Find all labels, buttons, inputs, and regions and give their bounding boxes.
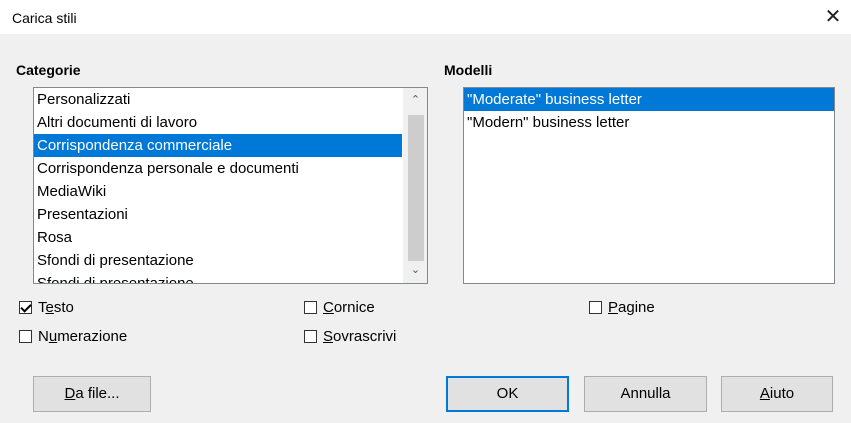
model-list-item[interactable]: "Modern" business letter: [464, 111, 834, 134]
sovrascrivi-checkbox[interactable]: Sovrascrivi: [304, 328, 396, 345]
category-list-item[interactable]: Sfondi di presentazione: [34, 249, 402, 272]
category-list-item[interactable]: Corrispondenza commerciale: [34, 134, 402, 157]
sovrascrivi-checkbox-box[interactable]: [304, 330, 317, 343]
numerazione-checkbox[interactable]: Numerazione: [19, 328, 127, 345]
pagine-checkbox-box[interactable]: [589, 301, 602, 314]
category-list-item[interactable]: Rosa: [34, 226, 402, 249]
scroll-up-icon[interactable]: ⌃: [404, 90, 427, 111]
category-list-item[interactable]: Corrispondenza personale e documenti: [34, 157, 402, 180]
cornice-checkbox[interactable]: Cornice: [304, 299, 375, 316]
title-bar: Carica stili ✕: [0, 0, 851, 34]
cancel-button[interactable]: Annulla: [584, 376, 707, 412]
numerazione-checkbox-box[interactable]: [19, 330, 32, 343]
category-list-item[interactable]: Altri documenti di lavoro: [34, 111, 402, 134]
testo-checkbox[interactable]: Testo: [19, 299, 74, 316]
testo-label: Testo: [38, 299, 74, 316]
sovrascrivi-label: Sovrascrivi: [323, 328, 397, 345]
close-icon[interactable]: ✕: [821, 6, 845, 30]
models-list: "Moderate" business letter "Modern" busin…: [464, 88, 834, 134]
scroll-thumb[interactable]: [408, 115, 424, 261]
ok-button[interactable]: OK: [446, 376, 569, 412]
categories-list: Personalizzati Altri documenti di lavoro C…: [34, 88, 402, 283]
models-label: Modelli: [444, 62, 493, 78]
pagine-checkbox[interactable]: Pagine: [589, 299, 655, 316]
categories-label: Categorie: [16, 62, 81, 78]
cornice-checkbox-box[interactable]: [304, 301, 317, 314]
from-file-button[interactable]: Da file...: [33, 376, 151, 412]
categories-listbox[interactable]: Personalizzati Altri documenti di lavoro C…: [33, 87, 428, 284]
scroll-down-icon[interactable]: ⌄: [404, 260, 427, 281]
testo-checkbox-box[interactable]: [19, 301, 32, 314]
cornice-label: Cornice: [323, 299, 375, 316]
model-list-item[interactable]: "Moderate" business letter: [464, 88, 834, 111]
pagine-label: Pagine: [608, 299, 655, 316]
help-button[interactable]: Aiuto: [721, 376, 833, 412]
category-list-item[interactable]: MediaWiki: [34, 180, 402, 203]
categories-scrollbar[interactable]: ⌃ ⌄: [403, 88, 427, 283]
models-listbox[interactable]: "Moderate" business letter "Modern" busin…: [463, 87, 835, 284]
category-list-item[interactable]: Personalizzati: [34, 88, 402, 111]
category-list-item[interactable]: Sfondi di presentazione: [34, 272, 402, 283]
numerazione-label: Numerazione: [38, 328, 128, 345]
dialog-title: Carica stili: [12, 10, 77, 26]
category-list-item[interactable]: Presentazioni: [34, 203, 402, 226]
